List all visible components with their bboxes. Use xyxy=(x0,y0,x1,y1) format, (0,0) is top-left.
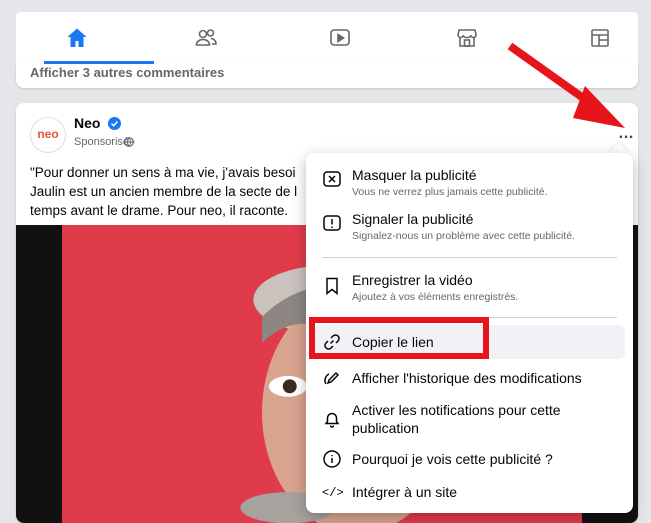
info-icon xyxy=(322,449,342,469)
annotation-arrow xyxy=(507,42,625,128)
save-video-subtitle: Ajoutez à vos éléments enregistrés. xyxy=(352,291,519,303)
save-video-title: Enregistrer la vidéo xyxy=(352,272,473,288)
view-more-comments-link[interactable]: Afficher 3 autres commentaires xyxy=(30,65,224,80)
menu-item-hide-ad[interactable]: Masquer la publicité Vous ne verrez plus… xyxy=(314,161,625,203)
avatar[interactable]: neo xyxy=(30,117,66,153)
why-this-ad-title: Pourquoi je vois cette publicité ? xyxy=(352,451,553,467)
bell-icon xyxy=(322,409,342,429)
notifications-title: Activer les notifications pour cette pub… xyxy=(352,402,561,436)
annotation-highlight-box xyxy=(309,317,489,359)
watch-icon[interactable] xyxy=(328,26,352,50)
embed-code-icon: </> xyxy=(322,486,344,500)
home-icon[interactable] xyxy=(65,26,89,50)
menu-item-why-this-ad[interactable]: Pourquoi je vois cette publicité ? xyxy=(314,442,625,476)
report-ad-title: Signaler la publicité xyxy=(352,211,474,227)
hide-ad-title: Masquer la publicité xyxy=(352,167,477,183)
report-ad-subtitle: Signalez-nous un problème avec cette pub… xyxy=(352,230,575,242)
menu-item-save-video[interactable]: Enregistrer la vidéo Ajoutez à vos éléme… xyxy=(314,266,625,308)
menu-item-embed[interactable]: </> Intégrer à un site xyxy=(314,476,625,508)
close-box-icon xyxy=(322,169,342,189)
menu-divider xyxy=(322,257,617,258)
menu-item-report-ad[interactable]: Signaler la publicité Signalez-nous un p… xyxy=(314,205,625,247)
verified-badge-icon xyxy=(108,117,121,130)
friends-icon[interactable] xyxy=(194,26,218,50)
bookmark-icon xyxy=(322,276,342,296)
post-author[interactable]: Neo xyxy=(74,115,100,131)
menu-item-notifications[interactable]: Activer les notifications pour cette pub… xyxy=(314,397,625,441)
embed-title: Intégrer à un site xyxy=(352,484,458,500)
menu-item-edit-history[interactable]: Afficher l'historique des modifications xyxy=(314,361,625,395)
post-text: "Pour donner un sens à ma vie, j'avais b… xyxy=(30,165,298,218)
edit-history-title: Afficher l'historique des modifications xyxy=(352,370,582,386)
report-icon xyxy=(322,213,342,233)
marketplace-icon[interactable] xyxy=(455,26,479,50)
globe-icon xyxy=(124,137,134,147)
hide-ad-subtitle: Vous ne verrez plus jamais cette publici… xyxy=(352,186,548,198)
edit-history-icon xyxy=(322,368,342,388)
